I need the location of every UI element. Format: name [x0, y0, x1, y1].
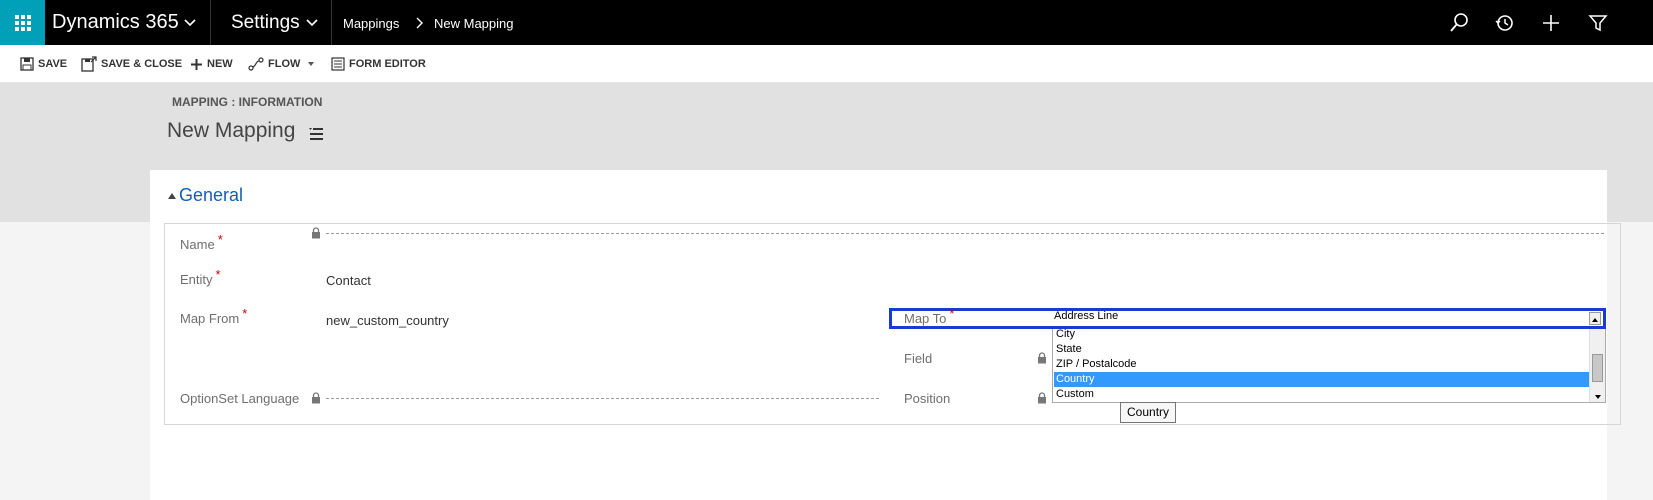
new-label: NEW — [207, 58, 233, 70]
field-label-name: Name * — [180, 232, 223, 252]
option-city[interactable]: City — [1054, 327, 1589, 342]
field-label-map-to: Map To * — [904, 306, 954, 326]
required-marker: * — [215, 267, 221, 282]
map-to-select-focus[interactable] — [889, 308, 1606, 329]
field-label-field: Field — [904, 351, 933, 366]
map-from-field-value[interactable]: new_custom_country — [326, 313, 449, 328]
lock-icon — [312, 227, 320, 239]
field-label-position: Position — [904, 391, 951, 406]
caret-down-icon[interactable] — [1593, 393, 1603, 401]
form-editor-button[interactable]: FORM EDITOR — [331, 56, 426, 72]
search-icon[interactable] — [1448, 12, 1470, 34]
area-settings[interactable]: Settings — [231, 0, 300, 45]
top-navigation-bar: Dynamics 365 Settings Mappings New Mappi… — [0, 0, 1653, 45]
entity-label-text: Entity — [180, 272, 213, 287]
option-country[interactable]: Country — [1054, 372, 1589, 387]
field-label-map-from: Map From * — [180, 306, 247, 326]
field-label-entity: Entity * — [180, 267, 221, 287]
collapse-section-icon[interactable] — [168, 193, 176, 199]
optionset-language-input[interactable] — [326, 398, 879, 399]
option-tooltip: Country — [1120, 402, 1177, 423]
save-label: SAVE — [38, 58, 68, 70]
name-label-text: Name — [180, 237, 215, 252]
plus-icon — [191, 58, 202, 70]
required-marker: * — [217, 232, 223, 247]
save-and-close-button[interactable]: SAVE & CLOSE — [81, 56, 182, 72]
required-marker: * — [242, 306, 248, 321]
breadcrumb-mappings[interactable]: Mappings — [343, 0, 399, 45]
command-bar: SAVE SAVE & CLOSE NEW FLOW FORM EDITOR — [0, 45, 1653, 83]
breadcrumb-new-mapping[interactable]: New Mapping — [434, 0, 514, 45]
field-label-optionset-language: OptionSet Language — [180, 391, 300, 406]
option-state[interactable]: State — [1054, 342, 1589, 357]
flow-icon — [248, 57, 264, 71]
form-editor-label: FORM EDITOR — [349, 58, 426, 70]
divider — [331, 0, 332, 45]
lock-icon — [1038, 392, 1046, 404]
entity-field-value[interactable]: Contact — [326, 273, 371, 288]
section-title-general[interactable]: General — [179, 185, 243, 206]
app-launcher-button[interactable] — [0, 0, 45, 45]
record-title: New Mapping — [167, 119, 296, 142]
lock-icon — [312, 392, 320, 404]
flow-button[interactable]: FLOW — [248, 56, 320, 72]
divider — [210, 0, 211, 45]
waffle-icon — [14, 14, 31, 31]
caret-up-icon — [1592, 318, 1598, 322]
lock-icon — [1038, 352, 1046, 364]
map-to-options-list[interactable]: City State ZIP / Postalcode Country Cust… — [1052, 327, 1606, 403]
map-to-label-text: Map To — [904, 311, 947, 326]
caret-down-icon — [308, 62, 315, 66]
form-editor-icon — [331, 57, 345, 71]
advanced-find-filter-icon[interactable] — [1587, 12, 1609, 34]
option-custom[interactable]: Custom — [1054, 387, 1589, 402]
chevron-down-icon[interactable] — [305, 16, 319, 30]
recent-history-icon[interactable] — [1494, 12, 1516, 34]
chevron-right-icon — [416, 17, 423, 29]
options-scrollbar[interactable] — [1589, 329, 1605, 402]
new-button[interactable]: NEW — [190, 56, 233, 72]
scroll-up-button[interactable] — [1589, 312, 1601, 325]
required-marker: * — [949, 306, 955, 321]
floppy-disk-icon — [20, 57, 34, 71]
save-button[interactable]: SAVE — [20, 56, 67, 72]
save-close-icon — [81, 56, 97, 72]
form-selector-label[interactable]: MAPPING : INFORMATION — [172, 95, 322, 109]
save-close-label: SAVE & CLOSE — [101, 58, 183, 70]
map-from-label-text: Map From — [180, 311, 240, 326]
chevron-down-icon[interactable] — [183, 16, 197, 30]
create-new-icon[interactable] — [1540, 12, 1562, 34]
app-name[interactable]: Dynamics 365 — [52, 0, 179, 45]
flow-label: FLOW — [268, 58, 301, 70]
option-zip-postalcode[interactable]: ZIP / Postalcode — [1054, 357, 1589, 372]
name-field-input[interactable] — [326, 233, 1604, 234]
scrollbar-thumb[interactable] — [1592, 354, 1603, 382]
record-menu-icon[interactable] — [308, 127, 324, 141]
map-to-selected-value[interactable]: Address Line — [1054, 310, 1118, 322]
